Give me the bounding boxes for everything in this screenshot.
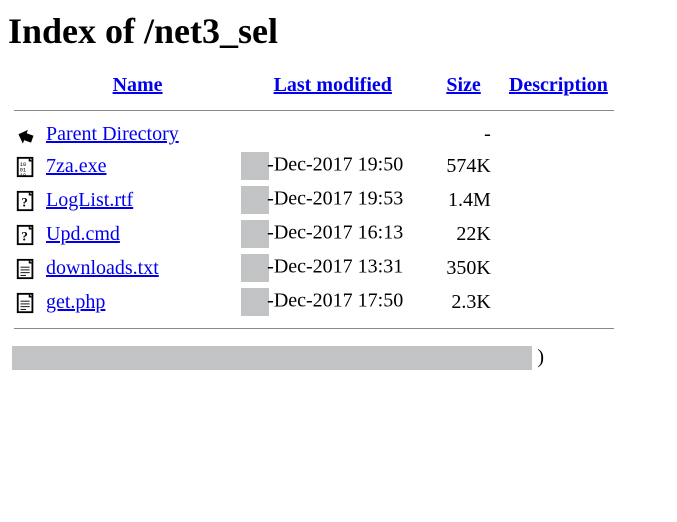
- file-link[interactable]: get.php: [46, 291, 105, 313]
- parent-directory-link[interactable]: Parent Directory: [46, 123, 179, 145]
- redacted-date: [241, 186, 269, 214]
- file-size: 22K: [430, 217, 496, 251]
- table-row: ? Upd.cmd -Dec-2017 16:13 22K: [8, 217, 620, 251]
- svg-text:10: 10: [20, 172, 27, 178]
- unknown-icon: ?: [15, 190, 37, 212]
- table-row: 100110 7za.exe -Dec-2017 19:50 574K: [8, 149, 620, 183]
- parent-size: -: [430, 120, 496, 149]
- footer-peek: ): [537, 346, 544, 369]
- file-link[interactable]: Upd.cmd: [46, 223, 120, 245]
- back-icon: [15, 124, 37, 146]
- redacted-date: [241, 254, 269, 282]
- header-description[interactable]: Description: [509, 74, 608, 96]
- file-size: 350K: [430, 251, 496, 285]
- table-row: ? LogList.rtf -Dec-2017 19:53 1.4M: [8, 183, 620, 217]
- text-icon: [15, 292, 37, 314]
- redacted-date: [241, 152, 269, 180]
- unknown-icon: ?: [15, 224, 37, 246]
- header-name[interactable]: Name: [113, 74, 163, 96]
- redacted-date: [241, 220, 269, 248]
- file-size: 1.4M: [430, 183, 496, 217]
- file-modified: -Dec-2017 19:53: [267, 188, 403, 210]
- redacted-footer: ): [12, 346, 532, 370]
- file-size: 574K: [430, 149, 496, 183]
- file-link[interactable]: downloads.txt: [46, 257, 159, 279]
- divider: [14, 110, 614, 111]
- page-title: Index of /net3_sel: [8, 10, 677, 52]
- binary-icon: 100110: [15, 156, 37, 178]
- file-link[interactable]: 7za.exe: [46, 155, 107, 177]
- svg-text:?: ?: [21, 196, 27, 210]
- header-modified[interactable]: Last modified: [274, 74, 392, 96]
- file-modified: -Dec-2017 13:31: [267, 256, 403, 278]
- directory-listing-table: Name Last modified Size Description Pare…: [8, 70, 620, 338]
- parent-row: Parent Directory -: [8, 120, 620, 149]
- file-modified: -Dec-2017 17:50: [267, 290, 403, 312]
- table-row: downloads.txt -Dec-2017 13:31 350K: [8, 251, 620, 285]
- svg-text:?: ?: [21, 230, 27, 244]
- table-row: get.php -Dec-2017 17:50 2.3K: [8, 285, 620, 319]
- file-modified: -Dec-2017 16:13: [267, 222, 403, 244]
- file-modified: -Dec-2017 19:50: [267, 154, 403, 176]
- header-size[interactable]: Size: [446, 74, 480, 96]
- file-size: 2.3K: [430, 285, 496, 319]
- header-row: Name Last modified Size Description: [8, 70, 620, 101]
- text-icon: [15, 258, 37, 280]
- file-link[interactable]: LogList.rtf: [46, 189, 133, 211]
- redacted-date: [241, 288, 269, 316]
- divider: [14, 328, 614, 329]
